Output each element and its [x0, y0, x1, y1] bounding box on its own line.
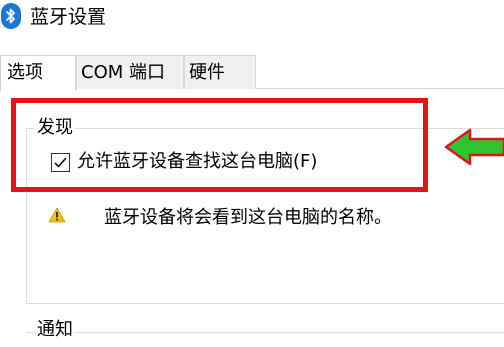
- annotation-arrow-icon: [444, 128, 504, 166]
- tab-bar: 选项 COM 端口 硬件: [0, 55, 504, 91]
- title-bar: 蓝牙设置: [0, 0, 504, 38]
- notifications-group-title: 通知: [35, 318, 75, 342]
- notifications-group: [26, 332, 504, 333]
- warning-icon: [48, 207, 66, 223]
- bluetooth-icon: [1, 3, 21, 29]
- warning-text: 蓝牙设备将会看到这台电脑的名称。: [104, 207, 392, 228]
- tab-hardware[interactable]: 硬件: [184, 55, 256, 89]
- tab-options[interactable]: 选项: [0, 55, 76, 91]
- annotation-highlight-box: [11, 98, 428, 192]
- window-title: 蓝牙设置: [30, 6, 107, 28]
- tab-com-ports[interactable]: COM 端口: [76, 55, 184, 89]
